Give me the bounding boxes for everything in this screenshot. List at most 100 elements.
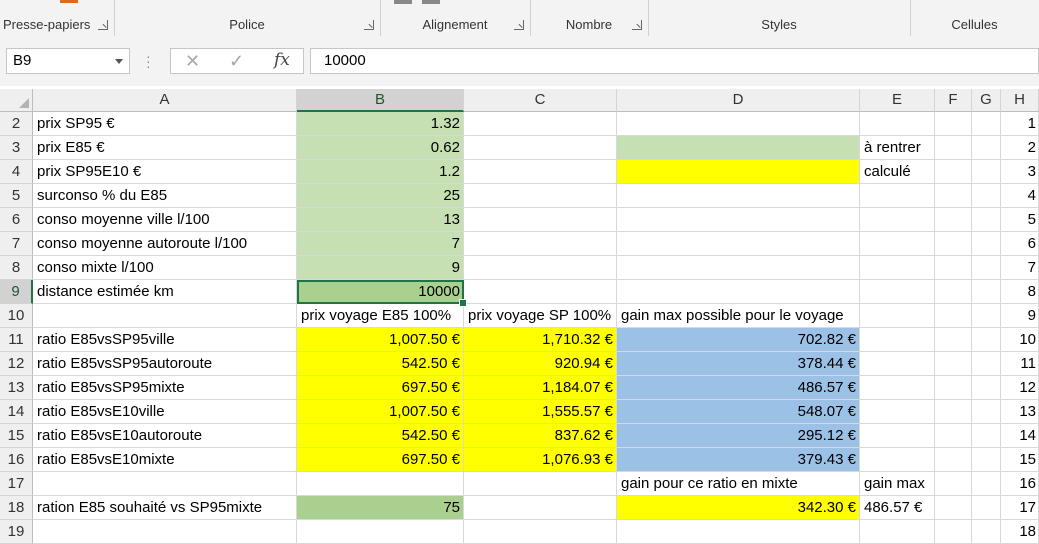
insert-function-icon[interactable]: fx: [274, 50, 290, 70]
cell-a3[interactable]: prix E85 €: [33, 136, 297, 160]
cell-h4[interactable]: 3: [1001, 160, 1039, 184]
cell-g2[interactable]: [972, 112, 1001, 136]
cell-b2[interactable]: 1.32: [297, 112, 464, 136]
cell-g13[interactable]: [972, 376, 1001, 400]
cell-h6[interactable]: 5: [1001, 208, 1039, 232]
more-options-icon[interactable]: · · ·: [146, 49, 151, 73]
cell-d9[interactable]: [617, 280, 860, 304]
cell-f10[interactable]: [935, 304, 972, 328]
cell-a8[interactable]: conso mixte l/100: [33, 256, 297, 280]
cell-g8[interactable]: [972, 256, 1001, 280]
cell-d16[interactable]: 379.43 €: [617, 448, 860, 472]
cell-g12[interactable]: [972, 352, 1001, 376]
cell-c10[interactable]: prix voyage SP 100%: [464, 304, 617, 328]
cell-b5[interactable]: 25: [297, 184, 464, 208]
cell-e2[interactable]: [860, 112, 935, 136]
row-header-13[interactable]: 13: [0, 376, 33, 400]
cell-b17[interactable]: [297, 472, 464, 496]
row-header-10[interactable]: 10: [0, 304, 33, 328]
cell-e3[interactable]: à rentrer: [860, 136, 935, 160]
cell-c17[interactable]: [464, 472, 617, 496]
cell-a4[interactable]: prix SP95E10 €: [33, 160, 297, 184]
column-header-e[interactable]: E: [860, 89, 935, 112]
cell-d12[interactable]: 378.44 €: [617, 352, 860, 376]
cell-g3[interactable]: [972, 136, 1001, 160]
cell-e9[interactable]: [860, 280, 935, 304]
cell-a13[interactable]: ratio E85vsSP95mixte: [33, 376, 297, 400]
cell-b8[interactable]: 9: [297, 256, 464, 280]
cell-a18[interactable]: ration E85 souhaité vs SP95mixte: [33, 496, 297, 520]
row-header-5[interactable]: 5: [0, 184, 33, 208]
cell-f16[interactable]: [935, 448, 972, 472]
cell-h15[interactable]: 14: [1001, 424, 1039, 448]
cell-a10[interactable]: [33, 304, 297, 328]
cell-a5[interactable]: surconso % du E85: [33, 184, 297, 208]
cell-h13[interactable]: 12: [1001, 376, 1039, 400]
select-all-button[interactable]: [0, 89, 33, 112]
cell-g4[interactable]: [972, 160, 1001, 184]
cell-c3[interactable]: [464, 136, 617, 160]
cell-d11[interactable]: 702.82 €: [617, 328, 860, 352]
cell-h10[interactable]: 9: [1001, 304, 1039, 328]
cell-g6[interactable]: [972, 208, 1001, 232]
cell-g18[interactable]: [972, 496, 1001, 520]
cell-g7[interactable]: [972, 232, 1001, 256]
cell-d8[interactable]: [617, 256, 860, 280]
cell-f18[interactable]: [935, 496, 972, 520]
cell-b13[interactable]: 697.50 €: [297, 376, 464, 400]
cell-b19[interactable]: [297, 520, 464, 544]
cell-g9[interactable]: [972, 280, 1001, 304]
column-header-f[interactable]: F: [935, 89, 972, 112]
row-header-16[interactable]: 16: [0, 448, 33, 472]
cell-c12[interactable]: 920.94 €: [464, 352, 617, 376]
cell-f2[interactable]: [935, 112, 972, 136]
cell-b16[interactable]: 697.50 €: [297, 448, 464, 472]
cell-e8[interactable]: [860, 256, 935, 280]
column-header-h[interactable]: H: [1001, 89, 1039, 112]
cell-c8[interactable]: [464, 256, 617, 280]
cell-f6[interactable]: [935, 208, 972, 232]
cell-h2[interactable]: 1: [1001, 112, 1039, 136]
cell-g16[interactable]: [972, 448, 1001, 472]
cell-d6[interactable]: [617, 208, 860, 232]
cell-f12[interactable]: [935, 352, 972, 376]
cell-f9[interactable]: [935, 280, 972, 304]
cell-h12[interactable]: 11: [1001, 352, 1039, 376]
row-header-17[interactable]: 17: [0, 472, 33, 496]
cell-g15[interactable]: [972, 424, 1001, 448]
row-header-7[interactable]: 7: [0, 232, 33, 256]
cell-d13[interactable]: 486.57 €: [617, 376, 860, 400]
cell-d2[interactable]: [617, 112, 860, 136]
cell-b11[interactable]: 1,007.50 €: [297, 328, 464, 352]
cell-a12[interactable]: ratio E85vsSP95autoroute: [33, 352, 297, 376]
cell-h9[interactable]: 8: [1001, 280, 1039, 304]
cell-e4[interactable]: calculé: [860, 160, 935, 184]
cell-b7[interactable]: 7: [297, 232, 464, 256]
cell-h17[interactable]: 16: [1001, 472, 1039, 496]
dialog-launcher-icon[interactable]: [364, 20, 374, 30]
cell-d14[interactable]: 548.07 €: [617, 400, 860, 424]
cell-h8[interactable]: 7: [1001, 256, 1039, 280]
dialog-launcher-icon[interactable]: [632, 20, 642, 30]
column-header-g[interactable]: G: [972, 89, 1001, 112]
row-header-3[interactable]: 3: [0, 136, 33, 160]
row-header-2[interactable]: 2: [0, 112, 33, 136]
cell-e6[interactable]: [860, 208, 935, 232]
chevron-down-icon[interactable]: [115, 59, 123, 64]
row-header-9[interactable]: 9: [0, 280, 33, 304]
cell-a2[interactable]: prix SP95 €: [33, 112, 297, 136]
name-box[interactable]: B9: [6, 48, 130, 74]
cell-b15[interactable]: 542.50 €: [297, 424, 464, 448]
cell-b9[interactable]: 10000: [297, 280, 467, 307]
enter-icon[interactable]: ✓: [229, 51, 244, 72]
row-header-11[interactable]: 11: [0, 328, 33, 352]
cell-f3[interactable]: [935, 136, 972, 160]
cell-g11[interactable]: [972, 328, 1001, 352]
cell-a7[interactable]: conso moyenne autoroute l/100: [33, 232, 297, 256]
cell-e11[interactable]: [860, 328, 935, 352]
cell-h5[interactable]: 4: [1001, 184, 1039, 208]
cell-f19[interactable]: [935, 520, 972, 544]
cell-a19[interactable]: [33, 520, 297, 544]
cell-f13[interactable]: [935, 376, 972, 400]
cell-f4[interactable]: [935, 160, 972, 184]
